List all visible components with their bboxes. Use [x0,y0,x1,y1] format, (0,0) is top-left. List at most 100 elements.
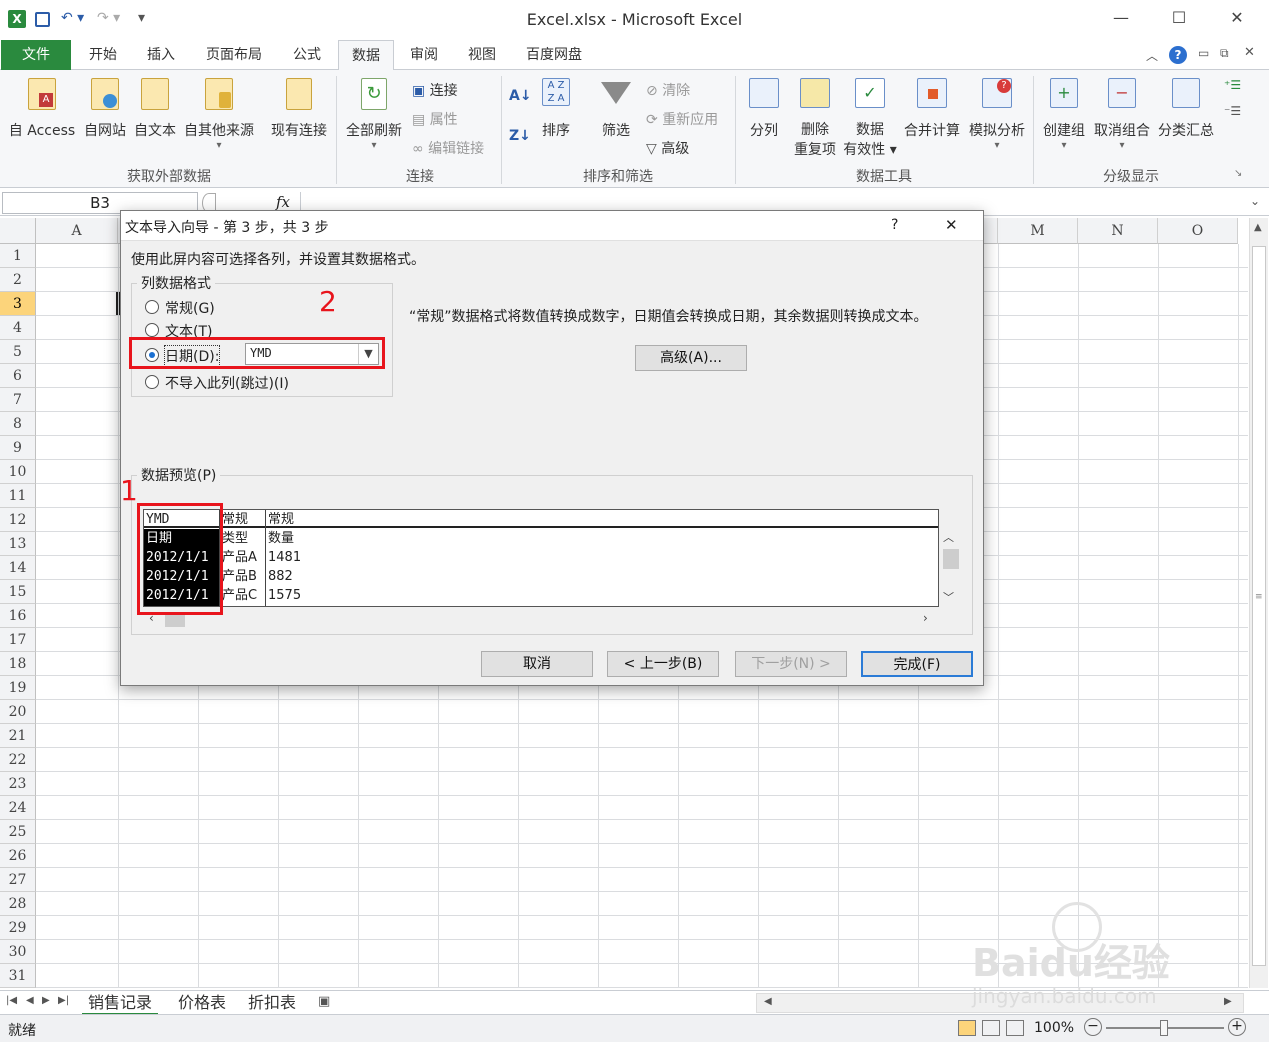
from-access-button[interactable]: A 自 Access [6,78,78,140]
tab-insert[interactable]: 插入 [136,40,186,70]
normal-view-icon[interactable] [958,1020,976,1036]
row-header[interactable]: 5 [0,340,36,364]
row-header[interactable]: 12 [0,508,36,532]
workbook-restore-icon[interactable]: ⧉ [1220,46,1229,61]
sort-descending-button[interactable]: Z↓ [509,128,531,144]
preview-vscroll-up-icon[interactable]: ︿ [943,529,954,545]
from-text-button[interactable]: 自文本 [130,78,180,140]
minimize-button[interactable]: — [1106,8,1136,32]
row-header[interactable]: 25 [0,820,36,844]
tab-home[interactable]: 开始 [78,40,128,70]
tab-file[interactable]: 文件 [1,40,71,70]
zoom-in-button[interactable]: + [1228,1018,1246,1036]
page-layout-view-icon[interactable] [982,1020,1000,1036]
preview-hscroll-thumb[interactable] [165,613,185,627]
workbook-close-icon[interactable]: ✕ [1244,45,1255,60]
clear-filter-button[interactable]: ⊘ 清除 [646,80,690,100]
tab-page-layout[interactable]: 页面布局 [196,40,272,70]
maximize-button[interactable]: ☐ [1164,8,1194,32]
page-break-view-icon[interactable] [1006,1020,1024,1036]
what-if-analysis-button[interactable]: ? 模拟分析 ▾ [964,78,1030,151]
advanced-button[interactable]: 高级(A)... [635,345,747,371]
tab-view[interactable]: 视图 [458,40,506,70]
ungroup-button[interactable]: − 取消组合 ▾ [1090,78,1154,151]
from-web-button[interactable]: 自网站 [80,78,130,140]
row-header[interactable]: 7 [0,388,36,412]
hide-detail-icon[interactable]: ⁻☰ [1224,104,1241,118]
from-other-sources-button[interactable]: 自其他来源 ▾ [180,78,258,151]
insert-sheet-icon[interactable]: ▣ [318,994,330,1009]
filter-button[interactable]: 筛选 [594,78,638,140]
hscroll-right-icon[interactable]: ▶ [1224,996,1232,1007]
sort-button[interactable]: A ZZ A 排序 [536,78,576,140]
row-header[interactable]: 27 [0,868,36,892]
sheet-tab-price[interactable]: 价格表 [172,991,232,1015]
text-to-columns-button[interactable]: 分列 [742,78,786,140]
row-header[interactable]: 28 [0,892,36,916]
scroll-thumb[interactable] [1252,246,1266,966]
finish-button[interactable]: 完成(F) [861,651,973,677]
workbook-minimize-icon[interactable]: ▭ [1198,46,1209,60]
cancel-button[interactable]: 取消 [481,651,593,677]
radio-text[interactable] [145,323,159,337]
properties-button[interactable]: ▤ 属性 [412,109,458,129]
row-header[interactable]: 6 [0,364,36,388]
column-header-l[interactable] [984,218,998,244]
ribbon-minimize-icon[interactable]: ︿ [1146,47,1158,64]
row-header[interactable]: 23 [0,772,36,796]
row-header[interactable]: 20 [0,700,36,724]
dialog-launcher-icon[interactable]: ↘ [1234,168,1242,179]
row-header[interactable]: 17 [0,628,36,652]
row-header[interactable]: 3 [0,292,36,316]
expand-formula-bar-icon[interactable]: ⌄ [1250,194,1260,208]
sheet-nav-next-icon[interactable]: ▶ [42,995,50,1006]
row-header[interactable]: 24 [0,796,36,820]
row-header[interactable]: 16 [0,604,36,628]
zoom-slider-thumb[interactable] [1160,1020,1168,1036]
sort-ascending-button[interactable]: A↓ [509,88,532,104]
close-button[interactable]: ✕ [1222,8,1252,32]
row-header[interactable]: 10 [0,460,36,484]
preview-header-general-1[interactable]: 常规 [222,510,264,529]
sheet-tab-discount[interactable]: 折扣表 [242,991,302,1015]
sheet-tab-sales[interactable]: 销售记录 [82,991,159,1015]
row-header[interactable]: 8 [0,412,36,436]
row-header[interactable]: 31 [0,964,36,988]
dialog-close-button[interactable]: ✕ [945,216,958,234]
column-header-o[interactable]: O [1158,218,1238,244]
column-header-a[interactable]: A [36,218,118,244]
advanced-filter-button[interactable]: ▽ 高级 [646,138,689,158]
data-validation-button[interactable]: ✓ 数据 有效性 ▾ [840,78,900,160]
radio-skip[interactable] [145,375,159,389]
select-all-corner[interactable] [0,218,36,244]
preview-table[interactable]: YMD 常规 常规 日期 类型 数量 2012/1/1 产品A 1481 2012/1/1 产… [143,509,939,607]
back-button[interactable]: < 上一步(B) [607,651,719,677]
column-header-m[interactable]: M [998,218,1078,244]
reapply-button[interactable]: ⟳ 重新应用 [646,109,718,129]
sheet-nav-first-icon[interactable]: |◀ [6,995,17,1006]
row-header[interactable]: 30 [0,940,36,964]
row-header[interactable]: 18 [0,652,36,676]
row-header[interactable]: 11 [0,484,36,508]
next-button[interactable]: 下一步(N) > [735,651,847,677]
existing-connections-button[interactable]: 现有连接 [266,78,332,140]
row-header[interactable]: 29 [0,916,36,940]
connections-button[interactable]: ▣ 连接 [412,80,458,100]
sheet-nav-prev-icon[interactable]: ◀ [26,995,34,1006]
row-header[interactable]: 9 [0,436,36,460]
row-header[interactable]: 2 [0,268,36,292]
refresh-all-button[interactable]: ↻ 全部刷新 ▾ [340,78,408,151]
row-header[interactable]: 14 [0,556,36,580]
row-header[interactable]: 4 [0,316,36,340]
row-header[interactable]: 19 [0,676,36,700]
help-icon[interactable]: ? [1169,46,1187,64]
row-header[interactable]: 26 [0,844,36,868]
subtotal-button[interactable]: 分类汇总 [1154,78,1218,140]
preview-vscroll-thumb[interactable] [943,549,959,569]
row-header[interactable]: 22 [0,748,36,772]
tab-baidu-netdisk[interactable]: 百度网盘 [516,40,592,70]
consolidate-button[interactable]: 合并计算 [900,78,964,140]
insert-function-button[interactable]: fx [276,193,290,211]
row-header[interactable]: 15 [0,580,36,604]
show-detail-icon[interactable]: ⁺☰ [1224,78,1241,92]
